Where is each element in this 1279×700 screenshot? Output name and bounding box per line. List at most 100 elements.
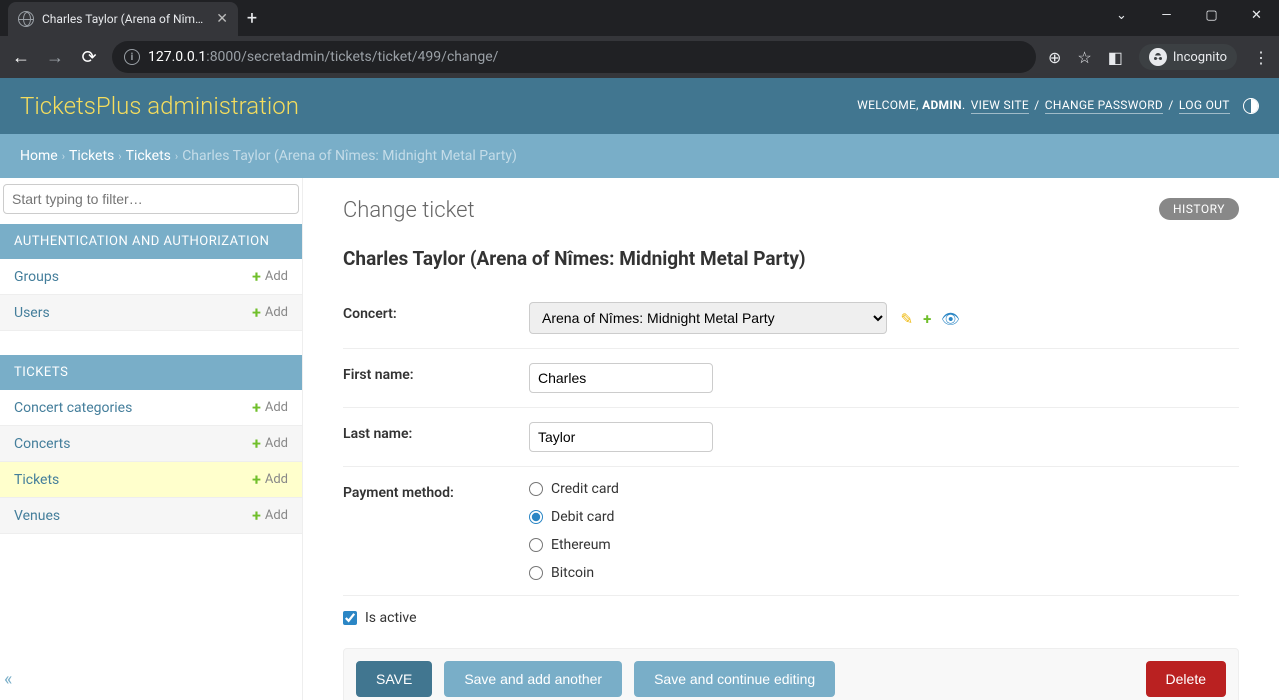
breadcrumb-model[interactable]: Tickets xyxy=(126,148,171,164)
sidebar-item-venues: Venues +Add xyxy=(0,498,302,534)
submit-row: SAVE Save and add another Save and conti… xyxy=(343,648,1239,700)
field-row-is-active: Is active xyxy=(343,596,1239,648)
last-name-label: Last name: xyxy=(343,422,529,452)
payment-label: Payment method: xyxy=(343,481,529,581)
chevron-down-icon[interactable]: ⌄ xyxy=(1099,2,1144,36)
forward-button[interactable]: → xyxy=(44,47,66,68)
theme-toggle-icon[interactable] xyxy=(1243,98,1259,114)
payment-radio[interactable] xyxy=(529,538,543,552)
save-continue-button[interactable]: Save and continue editing xyxy=(634,661,835,697)
add-link[interactable]: +Add xyxy=(252,398,288,417)
site-info-icon[interactable]: i xyxy=(124,49,140,65)
concert-select[interactable]: Arena of Nîmes: Midnight Metal Party xyxy=(529,302,887,334)
model-link[interactable]: Groups xyxy=(14,269,59,285)
add-link[interactable]: +Add xyxy=(252,506,288,525)
is-active-label[interactable]: Is active xyxy=(365,610,417,626)
payment-radio[interactable] xyxy=(529,482,543,496)
payment-option-label: Bitcoin xyxy=(551,565,594,581)
sidebar-item-users: Users +Add xyxy=(0,295,302,331)
breadcrumb-app[interactable]: Tickets xyxy=(69,148,114,164)
url-host: 127.0.0.1 xyxy=(148,49,206,65)
breadcrumb-current: Charles Taylor (Arena of Nîmes: Midnight… xyxy=(182,148,517,164)
incognito-label: Incognito xyxy=(1173,50,1227,65)
field-row-first-name: First name: xyxy=(343,349,1239,408)
plus-icon: + xyxy=(252,470,261,489)
new-tab-button[interactable]: + xyxy=(238,2,266,36)
view-related-icon[interactable]: 👁 xyxy=(941,310,960,328)
reload-button[interactable]: ⟳ xyxy=(78,47,100,68)
url-path: :8000/secretadmin/tickets/ticket/499/cha… xyxy=(206,49,498,65)
edit-related-icon[interactable]: ✎ xyxy=(900,310,913,328)
close-window-icon[interactable]: ✕ xyxy=(1234,2,1279,36)
window-controls: ⌄ ― ▢ ✕ xyxy=(1099,2,1279,36)
field-row-concert: Concert: Arena of Nîmes: Midnight Metal … xyxy=(343,288,1239,349)
add-related-icon[interactable]: + xyxy=(923,310,931,328)
plus-icon: + xyxy=(252,303,261,322)
model-link[interactable]: Tickets xyxy=(14,472,59,488)
delete-button[interactable]: Delete xyxy=(1146,661,1226,697)
field-row-payment: Payment method: Credit card Debit card Eth… xyxy=(343,467,1239,596)
payment-radio[interactable] xyxy=(529,510,543,524)
kebab-menu-icon[interactable]: ⋮ xyxy=(1253,48,1269,67)
object-title: Charles Taylor (Arena of Nîmes: Midnight… xyxy=(343,247,1239,270)
payment-option: Credit card xyxy=(529,481,1239,497)
tab-title: Charles Taylor (Arena of Nîmes: M xyxy=(42,12,208,26)
breadcrumb: Home › Tickets › Tickets › Charles Taylo… xyxy=(0,134,1279,178)
page-title: Change ticket xyxy=(343,198,1239,223)
plus-icon: + xyxy=(252,267,261,286)
payment-option-label: Credit card xyxy=(551,481,619,497)
save-add-another-button[interactable]: Save and add another xyxy=(444,661,622,697)
plus-icon: + xyxy=(252,506,261,525)
bookmark-icon[interactable]: ☆ xyxy=(1077,48,1091,67)
view-site-link[interactable]: VIEW SITE xyxy=(971,98,1029,114)
payment-option-label: Ethereum xyxy=(551,537,611,553)
incognito-badge[interactable]: Incognito xyxy=(1139,44,1237,70)
plus-icon: + xyxy=(252,398,261,417)
payment-option: Debit card xyxy=(529,509,1239,525)
logout-link[interactable]: LOG OUT xyxy=(1179,98,1230,114)
first-name-label: First name: xyxy=(343,363,529,393)
collapse-sidebar-icon[interactable]: « xyxy=(4,669,12,690)
model-link[interactable]: Venues xyxy=(14,508,60,524)
add-link[interactable]: +Add xyxy=(252,434,288,453)
sidebar-item-groups: Groups +Add xyxy=(0,259,302,295)
first-name-input[interactable] xyxy=(529,363,713,393)
globe-icon xyxy=(18,11,34,27)
payment-option-label: Debit card xyxy=(551,509,614,525)
welcome-text: WELCOME, xyxy=(857,98,922,112)
model-link[interactable]: Users xyxy=(14,305,50,321)
payment-radio[interactable] xyxy=(529,566,543,580)
address-bar[interactable]: i 127.0.0.1:8000/secretadmin/tickets/tic… xyxy=(112,41,1036,73)
site-brand[interactable]: TicketsPlus administration xyxy=(20,92,299,120)
change-password-link[interactable]: CHANGE PASSWORD xyxy=(1045,98,1163,114)
breadcrumb-home[interactable]: Home xyxy=(20,148,58,164)
payment-option: Ethereum xyxy=(529,537,1239,553)
is-active-checkbox[interactable] xyxy=(343,611,357,625)
browser-tab[interactable]: Charles Taylor (Arena of Nîmes: M ✕ xyxy=(8,2,238,36)
minimize-icon[interactable]: ― xyxy=(1144,2,1189,36)
model-link[interactable]: Concert categories xyxy=(14,400,132,416)
add-groups-link[interactable]: +Add xyxy=(252,267,288,286)
close-tab-icon[interactable]: ✕ xyxy=(216,11,228,27)
model-link[interactable]: Concerts xyxy=(14,436,70,452)
back-button[interactable]: ← xyxy=(10,47,32,68)
app-label-tickets[interactable]: TICKETS xyxy=(0,355,302,390)
sidebar-filter-input[interactable] xyxy=(3,184,299,214)
last-name-input[interactable] xyxy=(529,422,713,452)
plus-icon: + xyxy=(252,434,261,453)
sidebar-item-concert-categories: Concert categories +Add xyxy=(0,390,302,426)
panel-icon[interactable]: ◧ xyxy=(1108,48,1123,67)
payment-option: Bitcoin xyxy=(529,565,1239,581)
username: ADMIN xyxy=(922,98,962,112)
add-link[interactable]: +Add xyxy=(252,470,288,489)
user-tools: WELCOME, ADMIN. VIEW SITE / CHANGE PASSW… xyxy=(857,98,1259,114)
history-button[interactable]: HISTORY xyxy=(1159,198,1239,220)
maximize-icon[interactable]: ▢ xyxy=(1189,2,1234,36)
zoom-icon[interactable]: ⊕ xyxy=(1048,48,1061,67)
concert-label: Concert: xyxy=(343,302,529,334)
save-button[interactable]: SAVE xyxy=(356,661,432,697)
field-row-last-name: Last name: xyxy=(343,408,1239,467)
add-users-link[interactable]: +Add xyxy=(252,303,288,322)
sidebar-item-tickets: Tickets +Add xyxy=(0,462,302,498)
app-label-auth[interactable]: AUTHENTICATION AND AUTHORIZATION xyxy=(0,224,302,259)
